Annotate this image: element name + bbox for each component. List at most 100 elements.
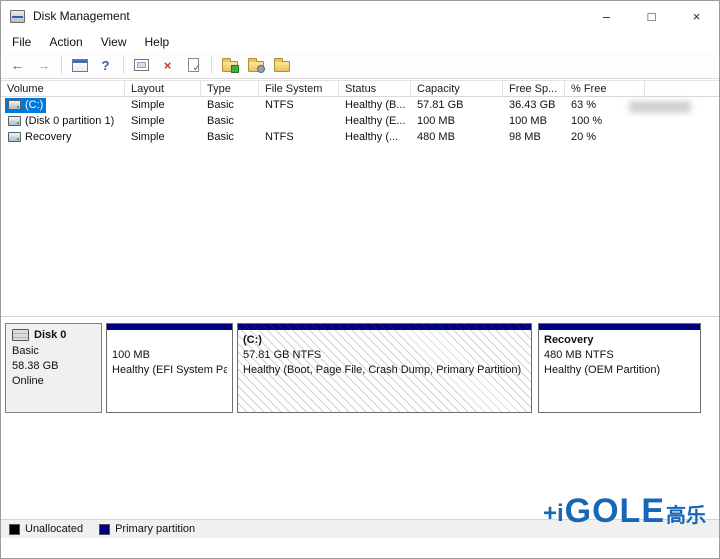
help-icon[interactable]: ? — [94, 54, 117, 76]
partition-body: (C:) 57.81 GB NTFS Healthy (Boot, Page F… — [238, 331, 531, 378]
partition-status: Healthy (Boot, Page File, Crash Dump, Pr… — [243, 363, 526, 378]
volume-row-recovery[interactable]: Recovery Simple Basic NTFS Healthy (... … — [1, 129, 719, 145]
cell-layout: Simple — [125, 99, 201, 111]
column-header-capacity[interactable]: Capacity — [411, 81, 503, 97]
selected-volume: (C:) — [5, 98, 46, 113]
drive-icon — [8, 116, 21, 126]
cell-free-space: 100 MB — [503, 115, 565, 127]
cell-layout: Simple — [125, 131, 201, 143]
properties-icon[interactable] — [130, 54, 153, 76]
folder-gear-icon — [248, 61, 264, 72]
column-header-volume[interactable]: Volume — [1, 81, 125, 97]
cell-free-space: 98 MB — [503, 131, 565, 143]
column-header-pct-free[interactable]: % Free — [565, 81, 645, 97]
partition-body: 100 MB Healthy (EFI System Pa — [107, 331, 232, 378]
cell-layout: Simple — [125, 115, 201, 127]
column-header-filler — [645, 81, 719, 97]
cell-status: Healthy (E... — [339, 115, 411, 127]
higole-watermark: +i GOLE 高乐 — [543, 494, 706, 528]
disk-icon — [12, 329, 29, 341]
window-controls: – □ × — [584, 1, 719, 31]
partition-status: Healthy (EFI System Pa — [112, 363, 227, 378]
partition-recovery[interactable]: Recovery 480 MB NTFS Healthy (OEM Partit… — [538, 323, 701, 413]
menu-help[interactable]: Help — [136, 33, 179, 51]
maximize-button[interactable]: □ — [629, 1, 674, 31]
back-icon[interactable]: ← — [6, 54, 29, 76]
toolbar-separator — [123, 56, 124, 74]
legend-label: Unallocated — [25, 523, 83, 535]
cell-pct-free: 20 % — [565, 131, 645, 143]
drive-icon — [8, 132, 21, 142]
disk-header: Disk 0 — [12, 329, 95, 341]
volume-entry: (Disk 0 partition 1) — [5, 114, 117, 129]
commit-changes-icon[interactable]: ✓ — [182, 54, 205, 76]
cell-type: Basic — [201, 115, 259, 127]
cell-free-space: 36.43 GB — [503, 99, 565, 111]
brand-prefix: +i — [543, 502, 564, 528]
legend-unallocated: Unallocated — [9, 523, 83, 535]
window-properties-icon — [134, 59, 149, 71]
cell-file-system: NTFS — [259, 131, 339, 143]
column-header-file-system[interactable]: File System — [259, 81, 339, 97]
partition-color-band — [238, 324, 531, 331]
console-window-icon — [72, 59, 88, 72]
disk-size: 58.38 GB — [12, 359, 95, 374]
partition-size: 57.81 GB NTFS — [243, 348, 526, 363]
brand-name: GOLE — [565, 494, 665, 528]
partition-c[interactable]: (C:) 57.81 GB NTFS Healthy (Boot, Page F… — [237, 323, 532, 413]
cell-volume: Recovery — [1, 130, 125, 145]
folder-view-icon[interactable] — [270, 54, 293, 76]
volume-label: Recovery — [25, 131, 71, 143]
volume-row-efi[interactable]: (Disk 0 partition 1) Simple Basic Health… — [1, 113, 719, 129]
cell-capacity: 57.81 GB — [411, 99, 503, 111]
partition-color-band — [539, 324, 700, 331]
brand-cjk: 高乐 — [666, 506, 706, 528]
column-header-free-space[interactable]: Free Sp... — [503, 81, 565, 97]
pane-splitter[interactable] — [1, 316, 719, 317]
window-title: Disk Management — [33, 9, 130, 23]
cell-status: Healthy (... — [339, 131, 411, 143]
column-header-status[interactable]: Status — [339, 81, 411, 97]
delete-volume-icon[interactable]: × — [156, 54, 179, 76]
redacted-text — [629, 101, 691, 113]
unallocated-swatch-icon — [9, 524, 20, 535]
minimize-button[interactable]: – — [584, 1, 629, 31]
disk-status: Online — [12, 374, 95, 389]
open-folder-icon[interactable] — [218, 54, 241, 76]
partition-title: Recovery — [544, 333, 695, 348]
cell-capacity: 480 MB — [411, 131, 503, 143]
disk-type: Basic — [12, 344, 95, 359]
partition-body: Recovery 480 MB NTFS Healthy (OEM Partit… — [539, 331, 700, 378]
folder-icon — [274, 61, 290, 72]
legend-primary-partition: Primary partition — [99, 523, 195, 535]
legend-label: Primary partition — [115, 523, 195, 535]
cell-volume: (C:) — [1, 98, 125, 113]
volume-label: (C:) — [25, 99, 43, 111]
close-button[interactable]: × — [674, 1, 719, 31]
disk0-info-panel[interactable]: Disk 0 Basic 58.38 GB Online — [5, 323, 102, 413]
menu-action[interactable]: Action — [40, 33, 91, 51]
volume-row-c[interactable]: (C:) Simple Basic NTFS Healthy (B... 57.… — [1, 97, 719, 113]
title-bar: Disk Management – □ × — [1, 1, 719, 31]
app-icon — [10, 10, 25, 23]
check-mark-icon: ✓ — [193, 63, 201, 74]
column-header-layout[interactable]: Layout — [125, 81, 201, 97]
menu-file[interactable]: File — [3, 33, 40, 51]
column-header-type[interactable]: Type — [201, 81, 259, 97]
cell-status: Healthy (B... — [339, 99, 411, 111]
forward-icon[interactable]: → — [32, 54, 55, 76]
menu-bar: File Action View Help — [1, 31, 719, 52]
toolbar-separator — [61, 56, 62, 74]
folder-settings-icon[interactable] — [244, 54, 267, 76]
folder-arrow-icon — [222, 61, 238, 72]
menu-view[interactable]: View — [92, 33, 136, 51]
disk-name: Disk 0 — [34, 329, 66, 341]
cell-type: Basic — [201, 99, 259, 111]
column-header-row: Volume Layout Type File System Status Ca… — [1, 80, 719, 97]
volume-label: (Disk 0 partition 1) — [25, 115, 114, 127]
show-console-tree-icon[interactable] — [68, 54, 91, 76]
cell-type: Basic — [201, 131, 259, 143]
partition-efi[interactable]: 100 MB Healthy (EFI System Pa — [106, 323, 233, 413]
disk-management-window: Disk Management – □ × File Action View H… — [0, 0, 720, 559]
toolbar-separator — [211, 56, 212, 74]
